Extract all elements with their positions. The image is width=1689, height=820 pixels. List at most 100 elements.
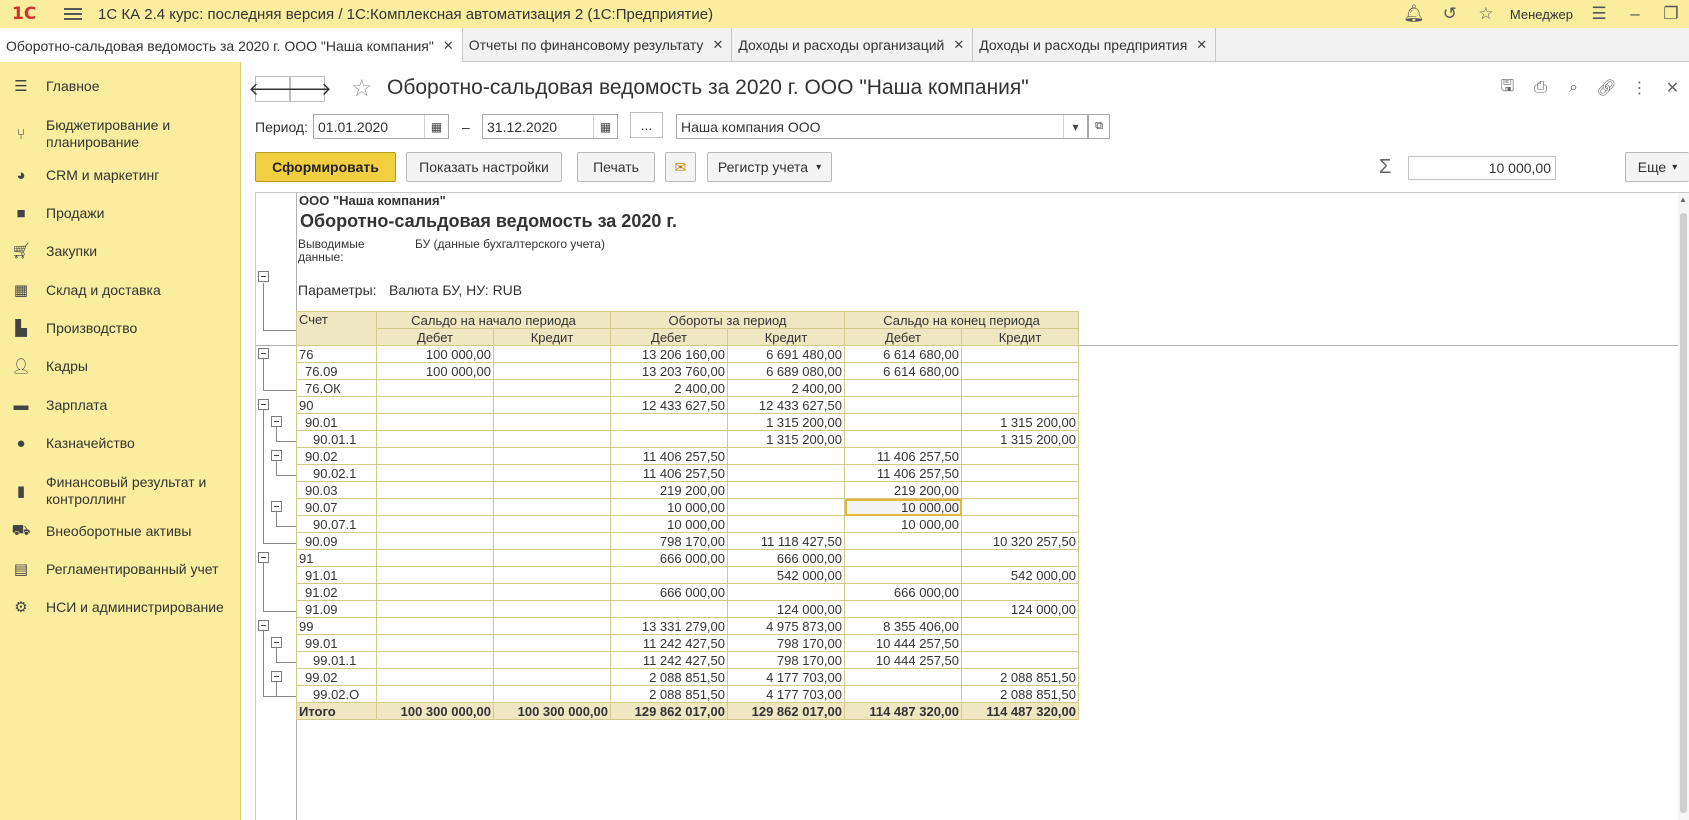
value-cell[interactable] (493, 549, 611, 567)
value-cell[interactable]: 219 200,00 (844, 481, 962, 499)
value-cell[interactable]: 666 000,00 (610, 549, 728, 567)
value-cell[interactable]: 798 170,00 (727, 634, 845, 652)
account-cell[interactable]: 99.01.1 (296, 651, 377, 669)
more-vertical-icon[interactable]: ⋮ (1623, 75, 1656, 101)
value-cell[interactable] (493, 600, 611, 618)
value-cell[interactable]: 12 433 627,50 (727, 396, 845, 414)
date-to-field[interactable]: 31.12.2020 ▦ (482, 114, 618, 139)
value-cell[interactable] (610, 430, 728, 448)
value-cell[interactable] (376, 634, 494, 652)
value-cell[interactable]: 10 000,00 (610, 498, 728, 516)
value-cell[interactable]: 2 088 851,50 (610, 668, 728, 686)
sidebar-item-fin-result[interactable]: ▮ Финансовый результат и контроллинг (0, 473, 241, 509)
value-cell[interactable] (844, 549, 962, 567)
value-cell[interactable]: 10 000,00 (844, 515, 962, 533)
sidebar-item-salary[interactable]: ▬ Зарплата (0, 395, 241, 415)
value-cell[interactable]: 4 177 703,00 (727, 668, 845, 686)
collapse-toggle[interactable] (258, 271, 269, 282)
value-cell[interactable]: 4 975 873,00 (727, 617, 845, 635)
tab-income-enterprise[interactable]: Доходы и расходы предприятия ✕ (973, 28, 1217, 62)
value-cell[interactable]: 2 400,00 (610, 379, 728, 397)
sidebar-item-regulated[interactable]: ▤ Регламентированный учет (0, 559, 241, 579)
value-cell[interactable] (493, 498, 611, 516)
value-cell[interactable] (961, 634, 1079, 652)
value-cell[interactable]: 13 203 760,00 (610, 362, 728, 380)
value-cell[interactable] (376, 515, 494, 533)
sidebar-item-main[interactable]: ☰ Главное (0, 76, 241, 96)
value-cell[interactable] (493, 379, 611, 397)
period-select-button[interactable]: ... (630, 112, 663, 138)
value-cell[interactable] (376, 685, 494, 703)
register-button[interactable]: Регистр учета ▾ (707, 152, 832, 182)
tab-fin-results[interactable]: Отчеты по финансовому результату ✕ (463, 28, 733, 62)
close-icon[interactable]: ✕ (953, 37, 964, 53)
collapse-toggle[interactable] (271, 637, 282, 648)
value-cell[interactable] (961, 498, 1079, 516)
star-icon[interactable]: ☆ (1475, 3, 1497, 25)
value-cell[interactable] (493, 532, 611, 550)
value-cell[interactable] (727, 481, 845, 499)
value-cell[interactable]: 2 088 851,50 (961, 668, 1079, 686)
account-cell[interactable]: 91.01 (296, 566, 377, 584)
value-cell[interactable]: 13 331 279,00 (610, 617, 728, 635)
value-cell[interactable]: 666 000,00 (610, 583, 728, 601)
vertical-scrollbar[interactable]: ▲ (1678, 193, 1689, 820)
value-cell[interactable] (727, 583, 845, 601)
value-cell[interactable] (493, 634, 611, 652)
value-cell[interactable] (376, 617, 494, 635)
value-cell[interactable]: 11 118 427,50 (727, 532, 845, 550)
sidebar-item-budget[interactable]: ⑂ Бюджетирование и планирование (0, 116, 241, 152)
value-cell[interactable]: 11 406 257,50 (844, 447, 962, 465)
date-from-field[interactable]: 01.01.2020 ▦ (313, 114, 449, 139)
email-button[interactable]: ✉ (665, 152, 696, 182)
value-cell[interactable]: 12 433 627,50 (610, 396, 728, 414)
value-cell[interactable]: 1 315 200,00 (727, 413, 845, 431)
value-cell[interactable] (376, 549, 494, 567)
value-cell[interactable]: 542 000,00 (961, 566, 1079, 584)
value-cell[interactable] (376, 498, 494, 516)
value-cell[interactable] (493, 668, 611, 686)
value-cell[interactable] (493, 430, 611, 448)
scroll-up-icon[interactable]: ▲ (1679, 195, 1687, 204)
close-icon[interactable]: ✕ (712, 37, 723, 53)
value-cell[interactable]: 10 320 257,50 (961, 532, 1079, 550)
main-menu-icon[interactable] (64, 7, 82, 21)
value-cell[interactable]: 666 000,00 (727, 549, 845, 567)
account-cell[interactable]: 90.07.1 (296, 515, 377, 533)
link-icon[interactable]: 🔗︎ (1590, 75, 1623, 101)
scrollbar-thumb[interactable] (1680, 213, 1687, 813)
value-cell[interactable]: 10 444 257,50 (844, 651, 962, 669)
total-cell[interactable]: 114 487 320,00 (844, 702, 962, 720)
history-icon[interactable]: ↺ (1439, 3, 1461, 25)
collapse-toggle[interactable] (258, 399, 269, 410)
account-cell[interactable]: 90.01 (296, 413, 377, 431)
collapse-toggle[interactable] (258, 620, 269, 631)
organization-field[interactable]: Наша компания ООО ▾ (676, 114, 1088, 139)
value-cell[interactable] (376, 532, 494, 550)
value-cell[interactable]: 6 691 480,00 (727, 345, 845, 363)
account-cell[interactable]: 76.09 (296, 362, 377, 380)
value-cell[interactable] (961, 396, 1079, 414)
value-cell[interactable]: 666 000,00 (844, 583, 962, 601)
value-cell[interactable]: 6 614 680,00 (844, 345, 962, 363)
value-cell[interactable] (727, 447, 845, 465)
value-cell[interactable] (493, 362, 611, 380)
sidebar-item-admin[interactable]: ⚙ НСИ и администрирование (0, 597, 241, 617)
value-cell[interactable]: 100 000,00 (376, 362, 494, 380)
value-cell[interactable] (844, 413, 962, 431)
sidebar-item-warehouse[interactable]: ▦ Склад и доставка (0, 280, 241, 300)
value-cell[interactable]: 124 000,00 (961, 600, 1079, 618)
value-cell[interactable] (961, 481, 1079, 499)
sidebar-item-crm[interactable]: ◕ CRM и маркетинг (0, 165, 241, 185)
value-cell[interactable] (727, 515, 845, 533)
value-cell[interactable] (376, 413, 494, 431)
account-cell[interactable]: 91.02 (296, 583, 377, 601)
value-cell[interactable]: 124 000,00 (727, 600, 845, 618)
value-cell[interactable] (961, 549, 1079, 567)
value-cell[interactable] (961, 362, 1079, 380)
value-cell[interactable]: 100 000,00 (376, 345, 494, 363)
value-cell[interactable]: 10 444 257,50 (844, 634, 962, 652)
value-cell[interactable] (493, 583, 611, 601)
value-cell[interactable]: 798 170,00 (610, 532, 728, 550)
account-cell[interactable]: 99 (296, 617, 377, 635)
